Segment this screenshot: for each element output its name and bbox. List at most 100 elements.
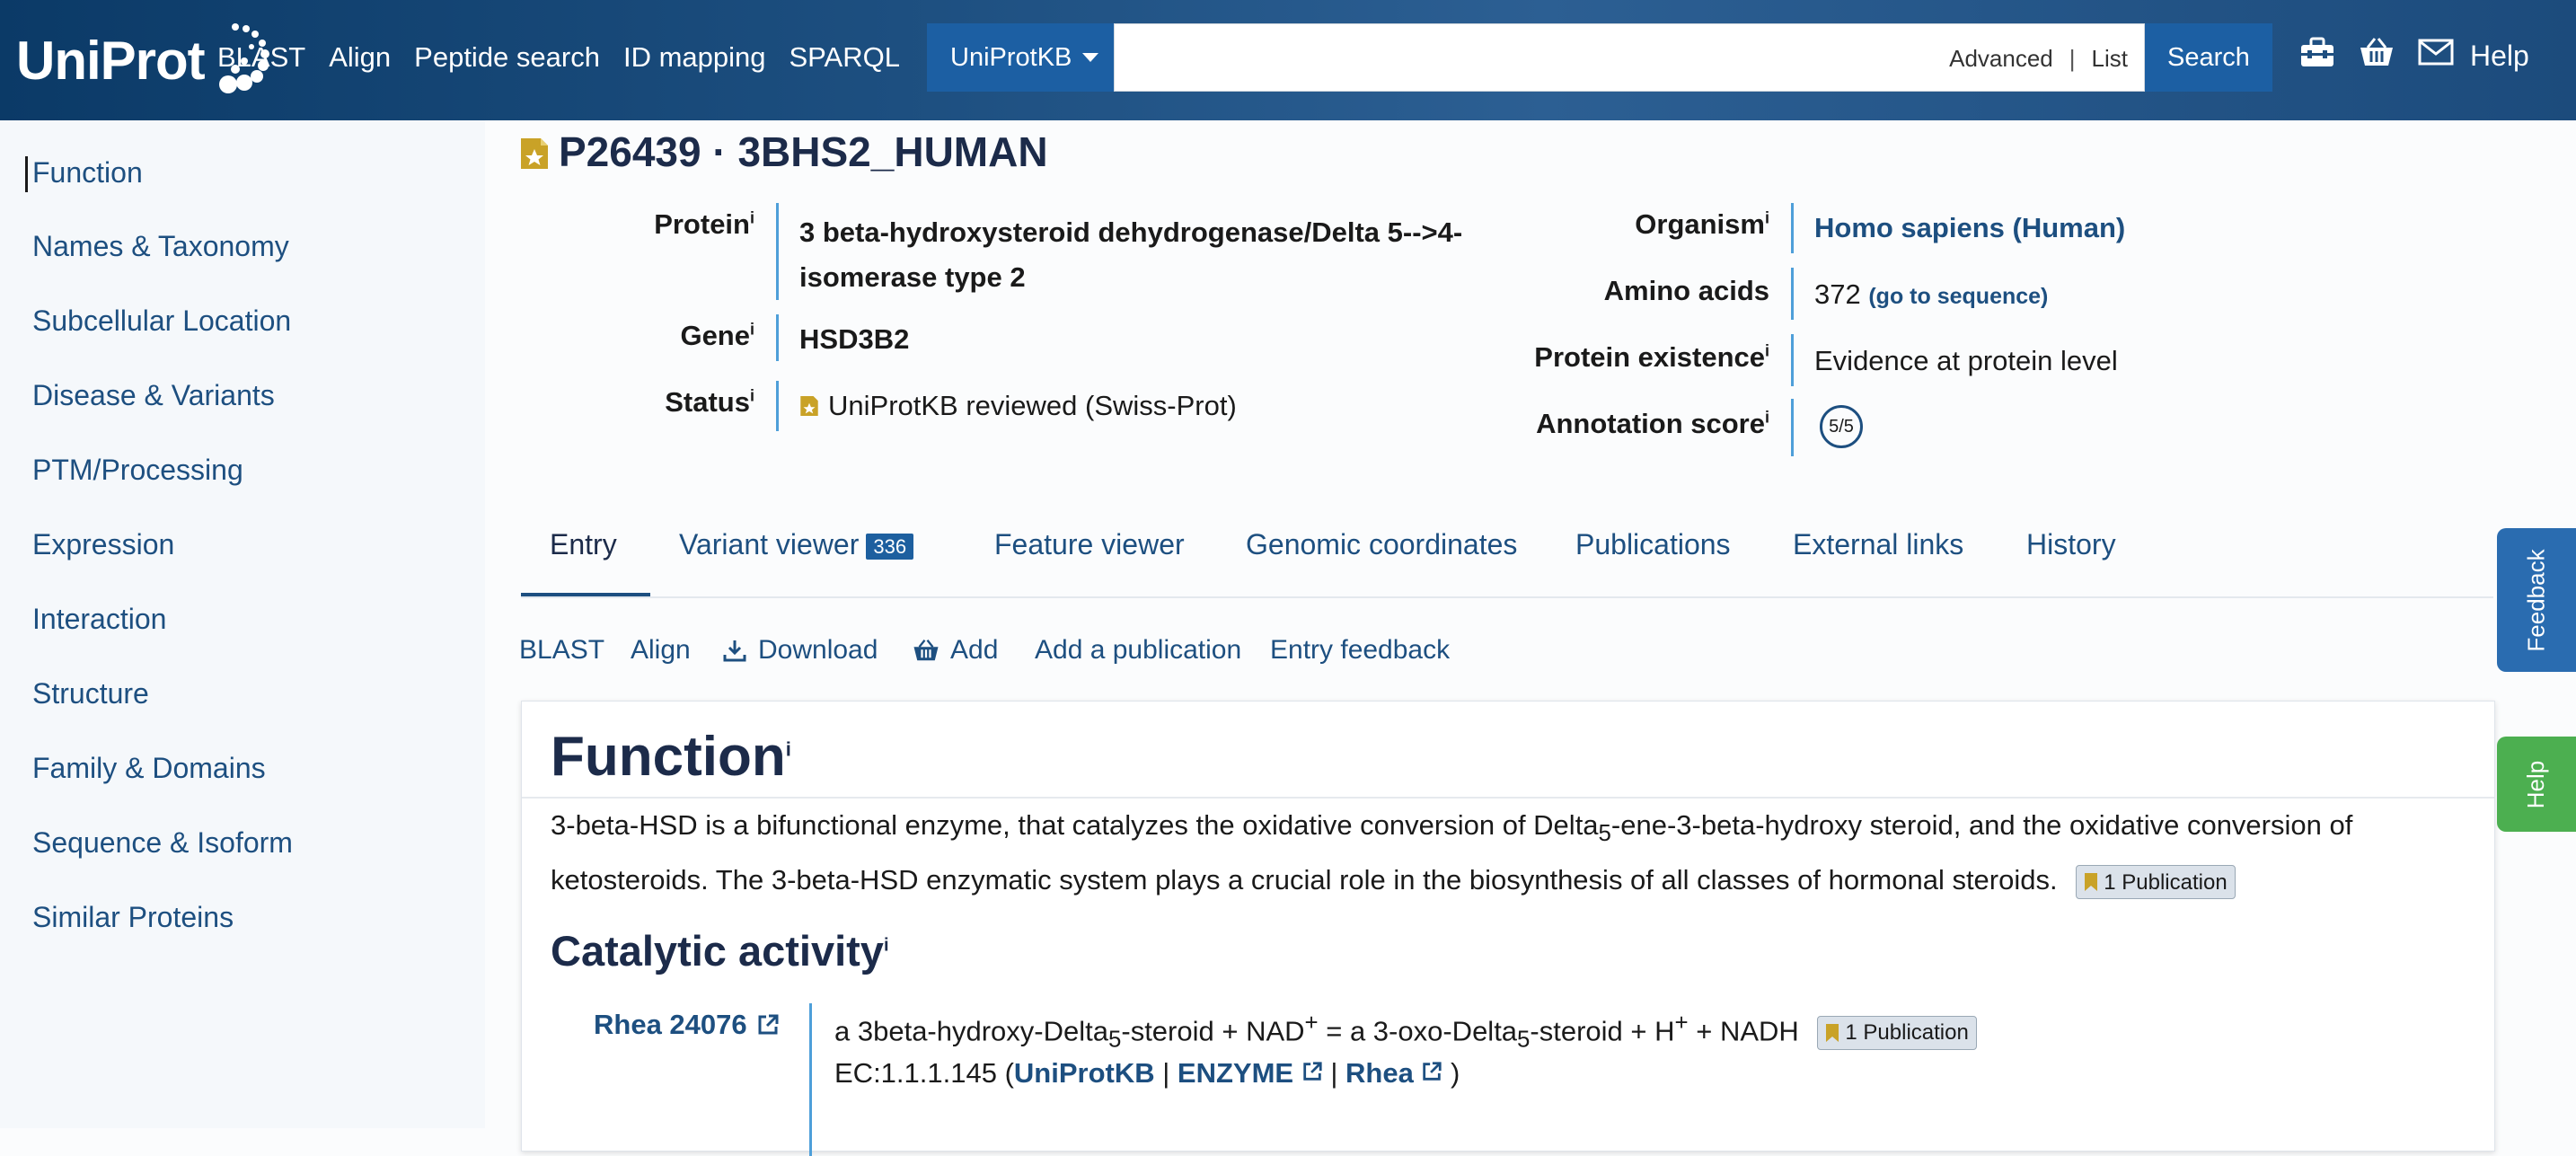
info-icon[interactable]: i — [1765, 409, 1769, 427]
sidebar-item-family-domains[interactable]: Family & Domains — [32, 752, 266, 785]
function-heading: Functioni — [551, 725, 791, 789]
info-icon[interactable]: i — [750, 321, 754, 339]
bookmark-icon — [2085, 873, 2098, 891]
nav-align[interactable]: Align — [329, 41, 391, 74]
annotation-score-divider — [1791, 399, 1794, 456]
ec-enzyme-link[interactable]: ENZYME — [1178, 1057, 1293, 1089]
tab-publications[interactable]: Publications — [1575, 528, 1731, 561]
nav-peptide-search[interactable]: Peptide search — [414, 41, 600, 74]
amino-acids-divider — [1791, 268, 1794, 320]
protein-label-text: Protein — [654, 208, 750, 240]
chevron-down-icon — [1082, 53, 1099, 62]
tab-entry[interactable]: Entry — [550, 528, 617, 561]
tools-icon[interactable] — [2299, 36, 2335, 68]
toolbar-align-button[interactable]: Align — [631, 635, 691, 666]
amino-acids-value: 372 (go to sequence) — [1814, 278, 2048, 311]
info-icon[interactable]: i — [786, 737, 791, 760]
nav-blast[interactable]: BLAST — [217, 41, 305, 74]
tab-history[interactable]: History — [2026, 528, 2116, 561]
sidebar-item-structure[interactable]: Structure — [32, 677, 149, 710]
protein-name-line2: isomerase type 2 — [799, 261, 1026, 293]
header-icons — [2299, 36, 2454, 68]
database-select[interactable]: UniProtKB — [927, 23, 1114, 92]
function-heading-text: Function — [551, 726, 786, 788]
nav-id-mapping[interactable]: ID mapping — [623, 41, 766, 74]
toolbar-add-button[interactable]: Add — [913, 635, 998, 666]
rxn-sup-1: + — [1304, 1010, 1319, 1036]
existence-label-text: Protein existence — [1534, 341, 1765, 373]
organism-link[interactable]: Homo sapiens (Human) — [1814, 212, 2125, 244]
sidebar-item-disease-variants[interactable]: Disease & Variants — [32, 379, 275, 412]
amino-acids-label: Amino acids — [1603, 275, 1769, 306]
top-header: UniProt BLAST Align Peptide search ID ma… — [0, 0, 2576, 120]
gene-name: HSD3B2 — [799, 323, 910, 355]
basket-icon[interactable] — [2359, 37, 2395, 67]
sidebar-item-function[interactable]: Function — [32, 156, 143, 190]
entry-title: P26439 · 3BHS2_HUMAN — [559, 128, 1048, 175]
ec-rhea-link[interactable]: Rhea — [1345, 1057, 1414, 1089]
sidebar-item-similar-proteins[interactable]: Similar Proteins — [32, 901, 234, 934]
search-links: Advanced | List — [1949, 24, 2128, 93]
catalytic-activity-heading: Catalytic activityi — [551, 926, 889, 975]
ec-uniprotkb-link[interactable]: UniProtKB — [1014, 1057, 1155, 1089]
top-nav: BLAST Align Peptide search ID mapping SP… — [217, 0, 900, 115]
info-icon[interactable]: i — [750, 387, 754, 405]
tab-feature-viewer[interactable]: Feature viewer — [994, 528, 1185, 561]
rhea-reaction-link[interactable]: Rhea 24076 — [594, 1009, 780, 1041]
sidebar-item-ptm-processing[interactable]: PTM/Processing — [32, 454, 243, 487]
sidebar-item-sequence-isoform[interactable]: Sequence & Isoform — [32, 826, 293, 860]
sidebar: Function Names & Taxonomy Subcellular Lo… — [0, 120, 485, 1128]
active-tab-underline — [521, 593, 650, 596]
feedback-side-tab[interactable]: Feedback — [2497, 528, 2576, 672]
annotation-score-badge: 5/5 — [1820, 405, 1863, 448]
help-side-tab-label: Help — [2522, 760, 2550, 808]
reaction-publication-label: 1 Publication — [1845, 1020, 1969, 1046]
rxn-sub-2: 5 — [1517, 1027, 1531, 1053]
feedback-side-tab-label: Feedback — [2522, 548, 2550, 652]
amino-acids-count: 372 — [1814, 278, 1861, 310]
search-links-divider: | — [2069, 44, 2076, 72]
tab-external-links[interactable]: External links — [1793, 528, 1963, 561]
advanced-search-link[interactable]: Advanced — [1949, 45, 2053, 73]
toolbar-entry-feedback-button[interactable]: Entry feedback — [1270, 635, 1450, 666]
search-button[interactable]: Search — [2145, 23, 2272, 92]
reaction-publication-badge[interactable]: 1 Publication — [1817, 1016, 1977, 1051]
rxn-sub-1: 5 — [1108, 1027, 1122, 1053]
gene-label-text: Gene — [680, 320, 750, 351]
annotation-score-label: Annotation scorei — [1410, 408, 1769, 440]
tab-variant-viewer-label: Variant viewer — [679, 528, 860, 560]
go-to-sequence-link[interactable]: (go to sequence) — [1868, 284, 2048, 309]
info-icon[interactable]: i — [1765, 209, 1769, 227]
status-divider — [776, 381, 779, 431]
rxn-part-c: = a 3-oxo-Delta — [1318, 1015, 1518, 1047]
protein-name: 3 beta-hydroxysteroid dehydrogenase/Delt… — [799, 210, 1462, 300]
tab-variant-viewer[interactable]: Variant viewer 336 — [679, 528, 914, 561]
info-icon[interactable]: i — [884, 935, 889, 955]
info-icon[interactable]: i — [750, 209, 754, 227]
database-select-label: UniProtKB — [950, 42, 1072, 72]
list-search-link[interactable]: List — [2092, 45, 2128, 73]
help-side-tab[interactable]: Help — [2497, 737, 2576, 832]
search-input[interactable] — [1125, 33, 1937, 84]
gene-divider — [776, 314, 779, 361]
nav-sparql[interactable]: SPARQL — [790, 41, 900, 74]
basket-icon — [913, 640, 939, 661]
rxn-part-e: + NADH — [1688, 1015, 1799, 1047]
ec-separator: | — [1154, 1057, 1178, 1089]
help-link[interactable]: Help — [2470, 40, 2529, 73]
sidebar-item-expression[interactable]: Expression — [32, 528, 174, 561]
toolbar-blast-button[interactable]: BLAST — [519, 635, 604, 666]
sidebar-item-names-taxonomy[interactable]: Names & Taxonomy — [32, 230, 289, 263]
status-label-text: Status — [665, 386, 750, 418]
ec-suffix: ) — [1442, 1057, 1460, 1089]
toolbar-add-publication-button[interactable]: Add a publication — [1035, 635, 1241, 666]
info-icon[interactable]: i — [1765, 342, 1769, 360]
tab-genomic-coordinates[interactable]: Genomic coordinates — [1246, 528, 1517, 561]
sidebar-item-interaction[interactable]: Interaction — [32, 603, 166, 636]
organism-label-text: Organism — [1635, 208, 1765, 240]
sidebar-item-subcellular-location[interactable]: Subcellular Location — [32, 304, 291, 338]
publication-badge[interactable]: 1 Publication — [2076, 865, 2236, 899]
toolbar-download-button[interactable]: Download — [722, 635, 878, 666]
mail-icon[interactable] — [2418, 39, 2454, 66]
existence-label: Protein existencei — [1410, 341, 1769, 374]
